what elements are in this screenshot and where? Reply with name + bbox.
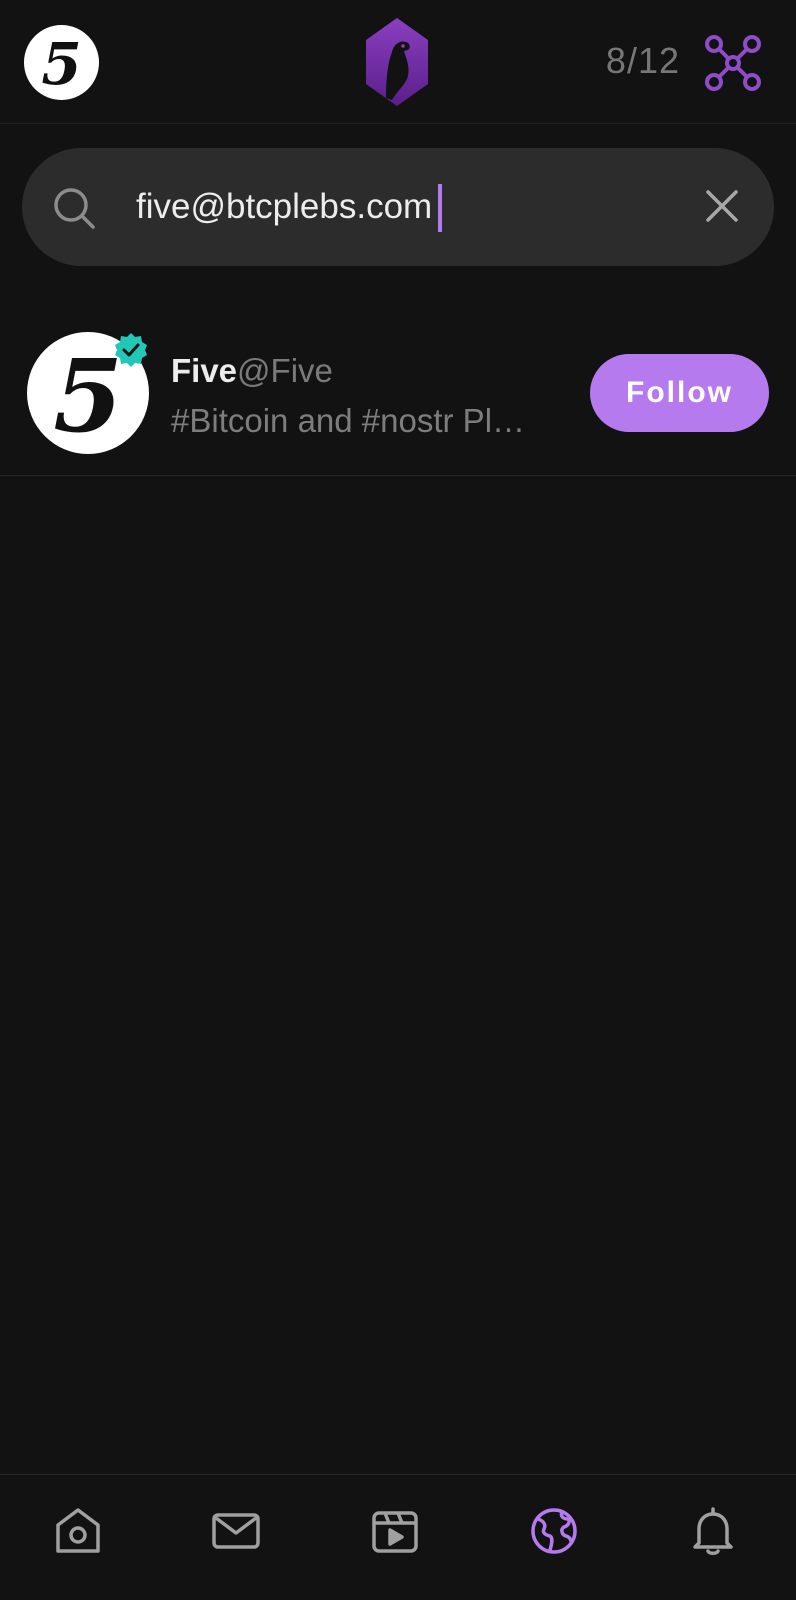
- search-bar: [22, 148, 774, 266]
- nostr-ostrich-logo-icon[interactable]: [366, 18, 428, 106]
- user-name-line: Five@Five: [171, 352, 333, 390]
- list-item[interactable]: 5 Five@Five #Bitcoin and #nostr Pl… Foll…: [0, 310, 796, 476]
- user-handle: @Five: [237, 352, 333, 389]
- video-icon[interactable]: [369, 1505, 421, 1557]
- app-root: 5 8/12 five@btcplebs.com 5 Five@Five #Bi…: [0, 0, 796, 1600]
- home-icon[interactable]: [52, 1505, 104, 1557]
- profile-avatar-button[interactable]: 5: [24, 25, 99, 100]
- search-icon: [52, 186, 96, 230]
- follow-button[interactable]: Follow: [590, 354, 769, 432]
- avatar-glyph: 5: [41, 29, 82, 98]
- bottom-nav: [0, 1474, 796, 1600]
- text-caret: [438, 184, 442, 232]
- user-about: #Bitcoin and #nostr Pl…: [171, 402, 526, 439]
- mail-icon[interactable]: [210, 1505, 262, 1557]
- top-bar: 5 8/12: [0, 0, 796, 124]
- relay-network-icon[interactable]: [704, 34, 762, 92]
- close-icon[interactable]: [700, 184, 744, 228]
- search-input[interactable]: [136, 174, 666, 240]
- globe-icon[interactable]: [528, 1505, 580, 1557]
- display-name: Five: [171, 352, 238, 389]
- relay-count[interactable]: 8/12: [606, 40, 680, 82]
- verified-check-icon: [113, 332, 149, 368]
- bell-icon[interactable]: [687, 1505, 739, 1557]
